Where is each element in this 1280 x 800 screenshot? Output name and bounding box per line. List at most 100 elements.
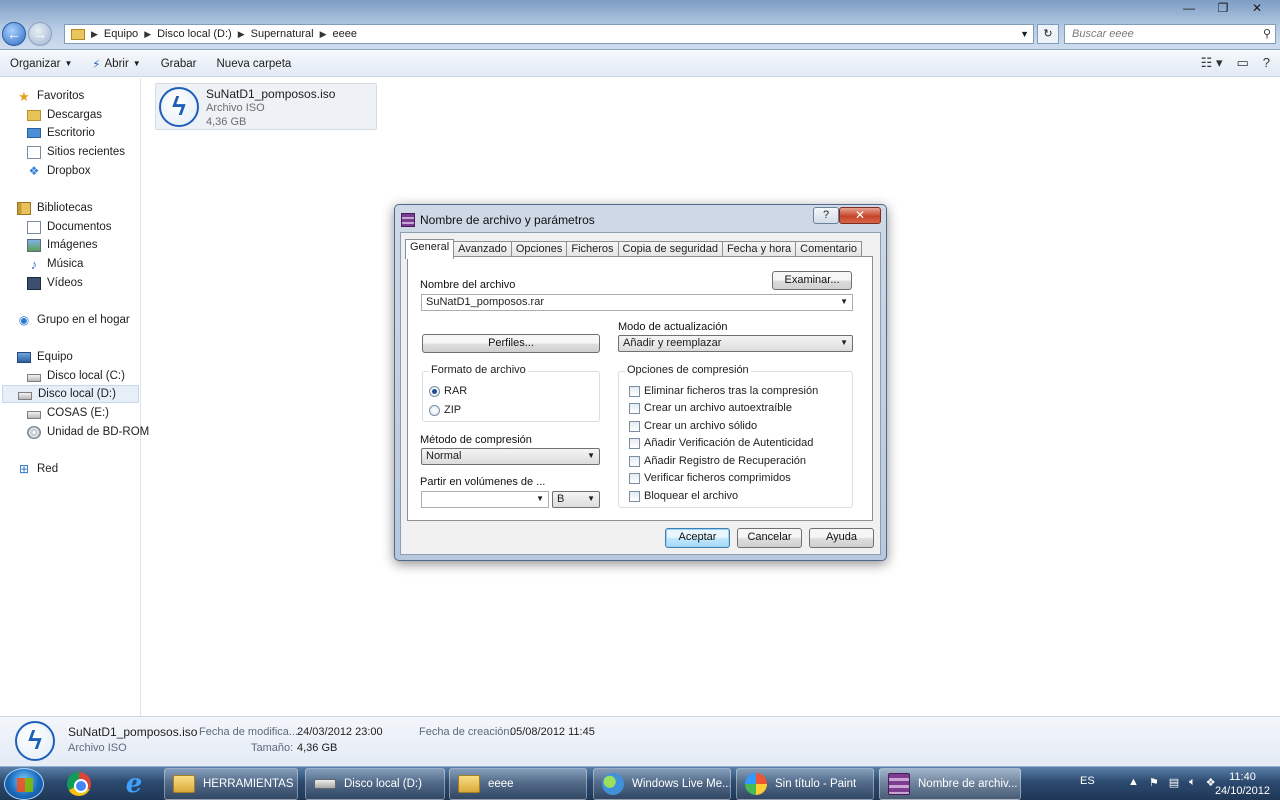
task-winrar-dialog[interactable]: Nombre de archiv... bbox=[879, 768, 1021, 800]
breadcrumb-disco-d[interactable]: Disco local (D:) bbox=[151, 28, 238, 40]
refresh-button[interactable]: ↻ bbox=[1037, 24, 1059, 44]
option-recovery-record[interactable]: Añadir Registro de Recuperación bbox=[629, 455, 806, 467]
sidebar-item-label: Escritorio bbox=[47, 127, 95, 139]
task-windows-live[interactable]: Windows Live Me... bbox=[593, 768, 731, 800]
organize-button[interactable]: Organizar ▼ bbox=[0, 58, 82, 70]
checkbox-icon bbox=[629, 420, 640, 432]
navigation-pane: ★ Favoritos Descargas Escritorio Sitios r… bbox=[0, 78, 149, 716]
help-dialog-button[interactable]: Ayuda bbox=[809, 528, 874, 548]
language-indicator[interactable]: ES bbox=[1080, 775, 1095, 787]
sidebar-item-escritorio[interactable]: Escritorio bbox=[27, 124, 95, 142]
address-bar[interactable]: ▶ Equipo ▶ Disco local (D:) ▶ Supernatur… bbox=[64, 24, 1034, 44]
checkbox-icon bbox=[629, 385, 640, 397]
format-zip-radio[interactable]: ZIP bbox=[429, 404, 461, 416]
clock[interactable]: 11:40 24/10/2012 bbox=[1215, 770, 1270, 798]
task-label: Nombre de archiv... bbox=[918, 778, 1018, 790]
option-sfx[interactable]: Crear un archivo autoextraíble bbox=[629, 402, 792, 414]
sidebar-item-dropbox[interactable]: ❖ Dropbox bbox=[27, 162, 91, 180]
cancel-button[interactable]: Cancelar bbox=[737, 528, 802, 548]
sidebar-item-imagenes[interactable]: Imágenes bbox=[27, 236, 98, 254]
option-delete-after[interactable]: Eliminar ficheros tras la compresión bbox=[629, 385, 818, 397]
breadcrumb-supernatural[interactable]: Supernatural bbox=[245, 28, 320, 40]
tab-general[interactable]: General bbox=[405, 239, 455, 259]
chevron-down-icon: ▼ bbox=[587, 494, 595, 503]
option-authenticity[interactable]: Añadir Verificación de Autenticidad bbox=[629, 437, 813, 449]
sidebar-item-disco-d[interactable]: Disco local (D:) bbox=[2, 385, 139, 403]
burn-label: Grabar bbox=[160, 57, 197, 70]
format-rar-radio[interactable]: RAR bbox=[429, 385, 467, 397]
sidebar-item-descargas[interactable]: Descargas bbox=[27, 106, 102, 124]
sidebar-item-cosas-e[interactable]: COSAS (E:) bbox=[27, 404, 109, 422]
sidebar-item-grupo-hogar[interactable]: ◉ Grupo en el hogar bbox=[17, 311, 130, 329]
task-eeee[interactable]: eeee bbox=[449, 768, 587, 800]
chevron-down-icon[interactable]: ▼ bbox=[840, 297, 848, 306]
archive-dialog: Nombre de archivo y parámetros ? ✕ Gener… bbox=[394, 204, 887, 561]
sidebar-item-documentos[interactable]: Documentos bbox=[27, 218, 112, 236]
option-lock[interactable]: Bloquear el archivo bbox=[629, 490, 738, 502]
sidebar-item-label: Disco local (D:) bbox=[38, 388, 116, 400]
breadcrumb-separator-icon: ▶ bbox=[237, 28, 245, 39]
ie-pinned[interactable]: e bbox=[107, 768, 161, 800]
filename-label: Nombre del archivo bbox=[420, 279, 516, 291]
dialog-close-button[interactable]: ✕ bbox=[839, 207, 881, 224]
option-verify[interactable]: Verificar ficheros comprimidos bbox=[629, 472, 791, 484]
sidebar-item-label: Disco local (C:) bbox=[47, 370, 125, 382]
sidebar-item-disco-c[interactable]: Disco local (C:) bbox=[27, 367, 125, 385]
sidebar-item-videos[interactable]: Vídeos bbox=[27, 274, 83, 292]
help-button[interactable]: ? bbox=[813, 207, 839, 224]
ok-button[interactable]: Aceptar bbox=[665, 528, 730, 548]
burn-button[interactable]: Grabar bbox=[151, 58, 207, 70]
sidebar-item-label: Unidad de BD-ROM bbox=[47, 426, 150, 438]
network-icon[interactable]: ▤ bbox=[1169, 776, 1179, 789]
sidebar-item-equipo[interactable]: Equipo bbox=[17, 348, 73, 366]
view-options-icon[interactable]: ☷ ▾ bbox=[1201, 55, 1223, 71]
open-button[interactable]: ⚡ Abrir ▼ bbox=[82, 57, 150, 71]
method-value: Normal bbox=[426, 450, 462, 462]
sidebar-item-sitios-recientes[interactable]: Sitios recientes bbox=[27, 143, 125, 161]
method-select[interactable]: Normal ▼ bbox=[421, 448, 600, 465]
sidebar-item-red[interactable]: ⊞ Red bbox=[17, 460, 58, 478]
file-item[interactable]: ϟ SuNatD1_pomposos.iso Archivo ISO 4,36 … bbox=[155, 83, 377, 130]
sidebar-item-favoritos[interactable]: ★ Favoritos bbox=[17, 87, 84, 105]
task-paint[interactable]: Sin título - Paint bbox=[736, 768, 874, 800]
browse-button[interactable]: Examinar... bbox=[772, 271, 852, 290]
back-button[interactable]: ← bbox=[2, 22, 26, 46]
volume-icon[interactable]: 🔈︎ bbox=[1189, 776, 1196, 789]
archive-format-title: Formato de archivo bbox=[429, 364, 528, 376]
action-center-flag-icon[interactable]: ⚑ bbox=[1149, 776, 1159, 789]
details-size-value: 4,36 GB bbox=[297, 742, 338, 754]
breadcrumb-eeee[interactable]: eeee bbox=[327, 28, 363, 40]
show-hidden-icons-icon[interactable]: ▲ bbox=[1128, 776, 1139, 789]
task-herramientas[interactable]: HERRAMIENTAS ... bbox=[164, 768, 298, 800]
task-label: Sin título - Paint bbox=[775, 778, 857, 790]
chevron-down-icon[interactable]: ▼ bbox=[536, 494, 544, 503]
minimize-button[interactable]: — bbox=[1172, 0, 1206, 18]
split-unit-value: B bbox=[557, 493, 565, 505]
sidebar-item-musica[interactable]: ♪ Música bbox=[27, 255, 84, 273]
profiles-button[interactable]: Perfiles... bbox=[422, 334, 600, 353]
sidebar-item-label: Vídeos bbox=[47, 277, 83, 289]
breadcrumb-equipo[interactable]: Equipo bbox=[98, 28, 144, 40]
filename-combobox[interactable]: SuNatD1_pomposos.rar ▼ bbox=[421, 294, 853, 311]
start-button[interactable] bbox=[4, 768, 44, 800]
split-unit-select[interactable]: B ▼ bbox=[552, 491, 600, 508]
task-disco-d[interactable]: Disco local (D:) bbox=[305, 768, 445, 800]
sidebar-item-bd-rom[interactable]: Unidad de BD-ROM bbox=[27, 423, 149, 441]
search-icon[interactable]: ⚲ bbox=[1263, 27, 1271, 40]
forward-button[interactable]: → bbox=[28, 22, 52, 46]
sidebar-item-bibliotecas[interactable]: Bibliotecas bbox=[17, 199, 93, 217]
maximize-button[interactable]: ❐ bbox=[1206, 0, 1240, 18]
option-solid[interactable]: Crear un archivo sólido bbox=[629, 420, 757, 432]
chrome-pinned[interactable] bbox=[52, 768, 106, 800]
help-icon[interactable]: ? bbox=[1263, 55, 1270, 71]
update-mode-select[interactable]: Añadir y reemplazar ▼ bbox=[618, 335, 853, 352]
compression-options-title: Opciones de compresión bbox=[625, 364, 751, 376]
new-folder-button[interactable]: Nueva carpeta bbox=[207, 58, 302, 70]
chevron-down-icon[interactable]: ▼ bbox=[1020, 29, 1029, 39]
close-button[interactable]: ✕ bbox=[1240, 0, 1274, 18]
windows-live-messenger-icon bbox=[602, 773, 624, 795]
split-size-combobox[interactable]: ▼ bbox=[421, 491, 549, 508]
search-input[interactable]: Buscar eeee ⚲ bbox=[1064, 24, 1276, 44]
preview-pane-icon[interactable]: ▭ bbox=[1236, 55, 1248, 71]
optical-disc-icon bbox=[27, 425, 41, 439]
